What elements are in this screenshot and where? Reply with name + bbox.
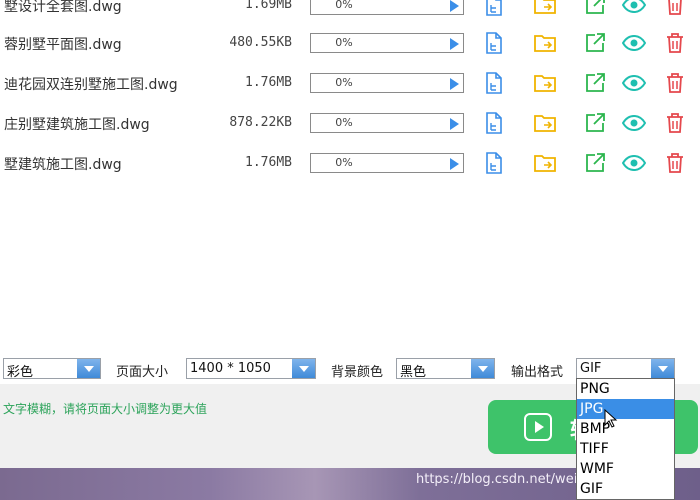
open-external-icon[interactable] <box>583 71 607 95</box>
file-name: 迪花园双连别墅施工图.dwg <box>4 77 178 93</box>
progress-text: 0% <box>335 36 353 49</box>
open-external-icon[interactable] <box>583 0 607 17</box>
format-option-bmp[interactable]: BMP <box>577 419 674 439</box>
file-row: 庄别墅建筑施工图.dwg 878.22KB 0% <box>0 104 700 144</box>
progress-bar: 0% <box>310 33 464 53</box>
trash-icon[interactable] <box>663 0 687 17</box>
format-option-gif[interactable]: GIF <box>577 479 674 499</box>
play-arrow-icon[interactable] <box>450 158 459 170</box>
file-icon[interactable] <box>482 111 506 135</box>
format-option-jpg[interactable]: JPG <box>577 399 674 419</box>
play-arrow-icon[interactable] <box>450 118 459 130</box>
color-mode-select[interactable]: 彩色 <box>3 358 101 380</box>
output-format-label: 输出格式 <box>511 365 564 380</box>
folder-icon[interactable] <box>533 71 557 95</box>
format-dropdown-list: PNG JPG BMP TIFF WMF GIF <box>576 378 675 500</box>
file-name: 庄别墅建筑施工图.dwg <box>4 117 150 133</box>
progress-bar: 0% <box>310 73 464 93</box>
eye-icon[interactable] <box>622 31 646 55</box>
file-row: 迪花园双连别墅施工图.dwg 1.76MB 0% <box>0 64 700 104</box>
chevron-down-icon[interactable] <box>77 359 100 378</box>
bg-color-label: 背景颜色 <box>331 365 384 380</box>
progress-bar: 0% <box>310 0 464 15</box>
file-name: 墅设计全套图.dwg <box>4 0 122 15</box>
page-size-value: 1400 * 1050 <box>190 361 271 376</box>
progress-bar: 0% <box>310 113 464 133</box>
trash-icon[interactable] <box>663 71 687 95</box>
trash-icon[interactable] <box>663 111 687 135</box>
bg-color-value: 黑色 <box>400 365 427 380</box>
eye-icon[interactable] <box>622 71 646 95</box>
folder-icon[interactable] <box>533 151 557 175</box>
folder-icon[interactable] <box>533 111 557 135</box>
progress-text: 0% <box>335 0 353 11</box>
format-option-png[interactable]: PNG <box>577 379 674 399</box>
format-option-tiff[interactable]: TIFF <box>577 439 674 459</box>
file-list: 墅设计全套图.dwg 1.69MB 0% 蓉别墅平面图.dwg 480.55KB… <box>0 0 700 352</box>
file-row: 墅建筑施工图.dwg 1.76MB 0% <box>0 144 700 184</box>
open-external-icon[interactable] <box>583 31 607 55</box>
progress-text: 0% <box>335 116 353 129</box>
progress-text: 0% <box>335 156 353 169</box>
output-format-select[interactable]: GIF <box>576 358 675 379</box>
page-size-select[interactable]: 1400 * 1050 <box>186 358 316 379</box>
eye-icon[interactable] <box>622 111 646 135</box>
trash-icon[interactable] <box>663 31 687 55</box>
file-row: 墅设计全套图.dwg 1.69MB 0% <box>0 0 700 26</box>
open-external-icon[interactable] <box>583 111 607 135</box>
progress-text: 0% <box>335 76 353 89</box>
chevron-down-icon[interactable] <box>292 359 315 378</box>
file-size: 878.22KB <box>229 115 292 130</box>
file-size: 480.55KB <box>229 35 292 50</box>
hint-text: 文字模糊，请将页面大小调整为更大值 <box>3 402 208 416</box>
format-option-wmf[interactable]: WMF <box>577 459 674 479</box>
trash-icon[interactable] <box>663 151 687 175</box>
play-arrow-icon[interactable] <box>450 38 459 50</box>
bg-color-select[interactable]: 黑色 <box>396 358 495 380</box>
file-row: 蓉别墅平面图.dwg 480.55KB 0% <box>0 24 700 64</box>
open-external-icon[interactable] <box>583 151 607 175</box>
eye-icon[interactable] <box>622 0 646 17</box>
play-icon <box>524 413 552 441</box>
page-size-label: 页面大小 <box>116 365 169 380</box>
file-size: 1.76MB <box>245 155 292 170</box>
file-name: 蓉别墅平面图.dwg <box>4 37 122 53</box>
folder-icon[interactable] <box>533 31 557 55</box>
chevron-down-icon[interactable] <box>651 359 674 378</box>
progress-bar: 0% <box>310 153 464 173</box>
play-arrow-icon[interactable] <box>450 78 459 90</box>
play-arrow-icon[interactable] <box>450 0 459 12</box>
file-icon[interactable] <box>482 31 506 55</box>
folder-icon[interactable] <box>533 0 557 17</box>
file-name: 墅建筑施工图.dwg <box>4 157 122 173</box>
eye-icon[interactable] <box>622 151 646 175</box>
file-size: 1.69MB <box>245 0 292 12</box>
color-mode-value: 彩色 <box>7 365 34 380</box>
file-icon[interactable] <box>482 71 506 95</box>
file-icon[interactable] <box>482 0 506 17</box>
chevron-down-icon[interactable] <box>471 359 494 378</box>
file-size: 1.76MB <box>245 75 292 90</box>
output-format-value: GIF <box>580 361 602 376</box>
file-icon[interactable] <box>482 151 506 175</box>
mouse-cursor-icon <box>604 409 618 428</box>
